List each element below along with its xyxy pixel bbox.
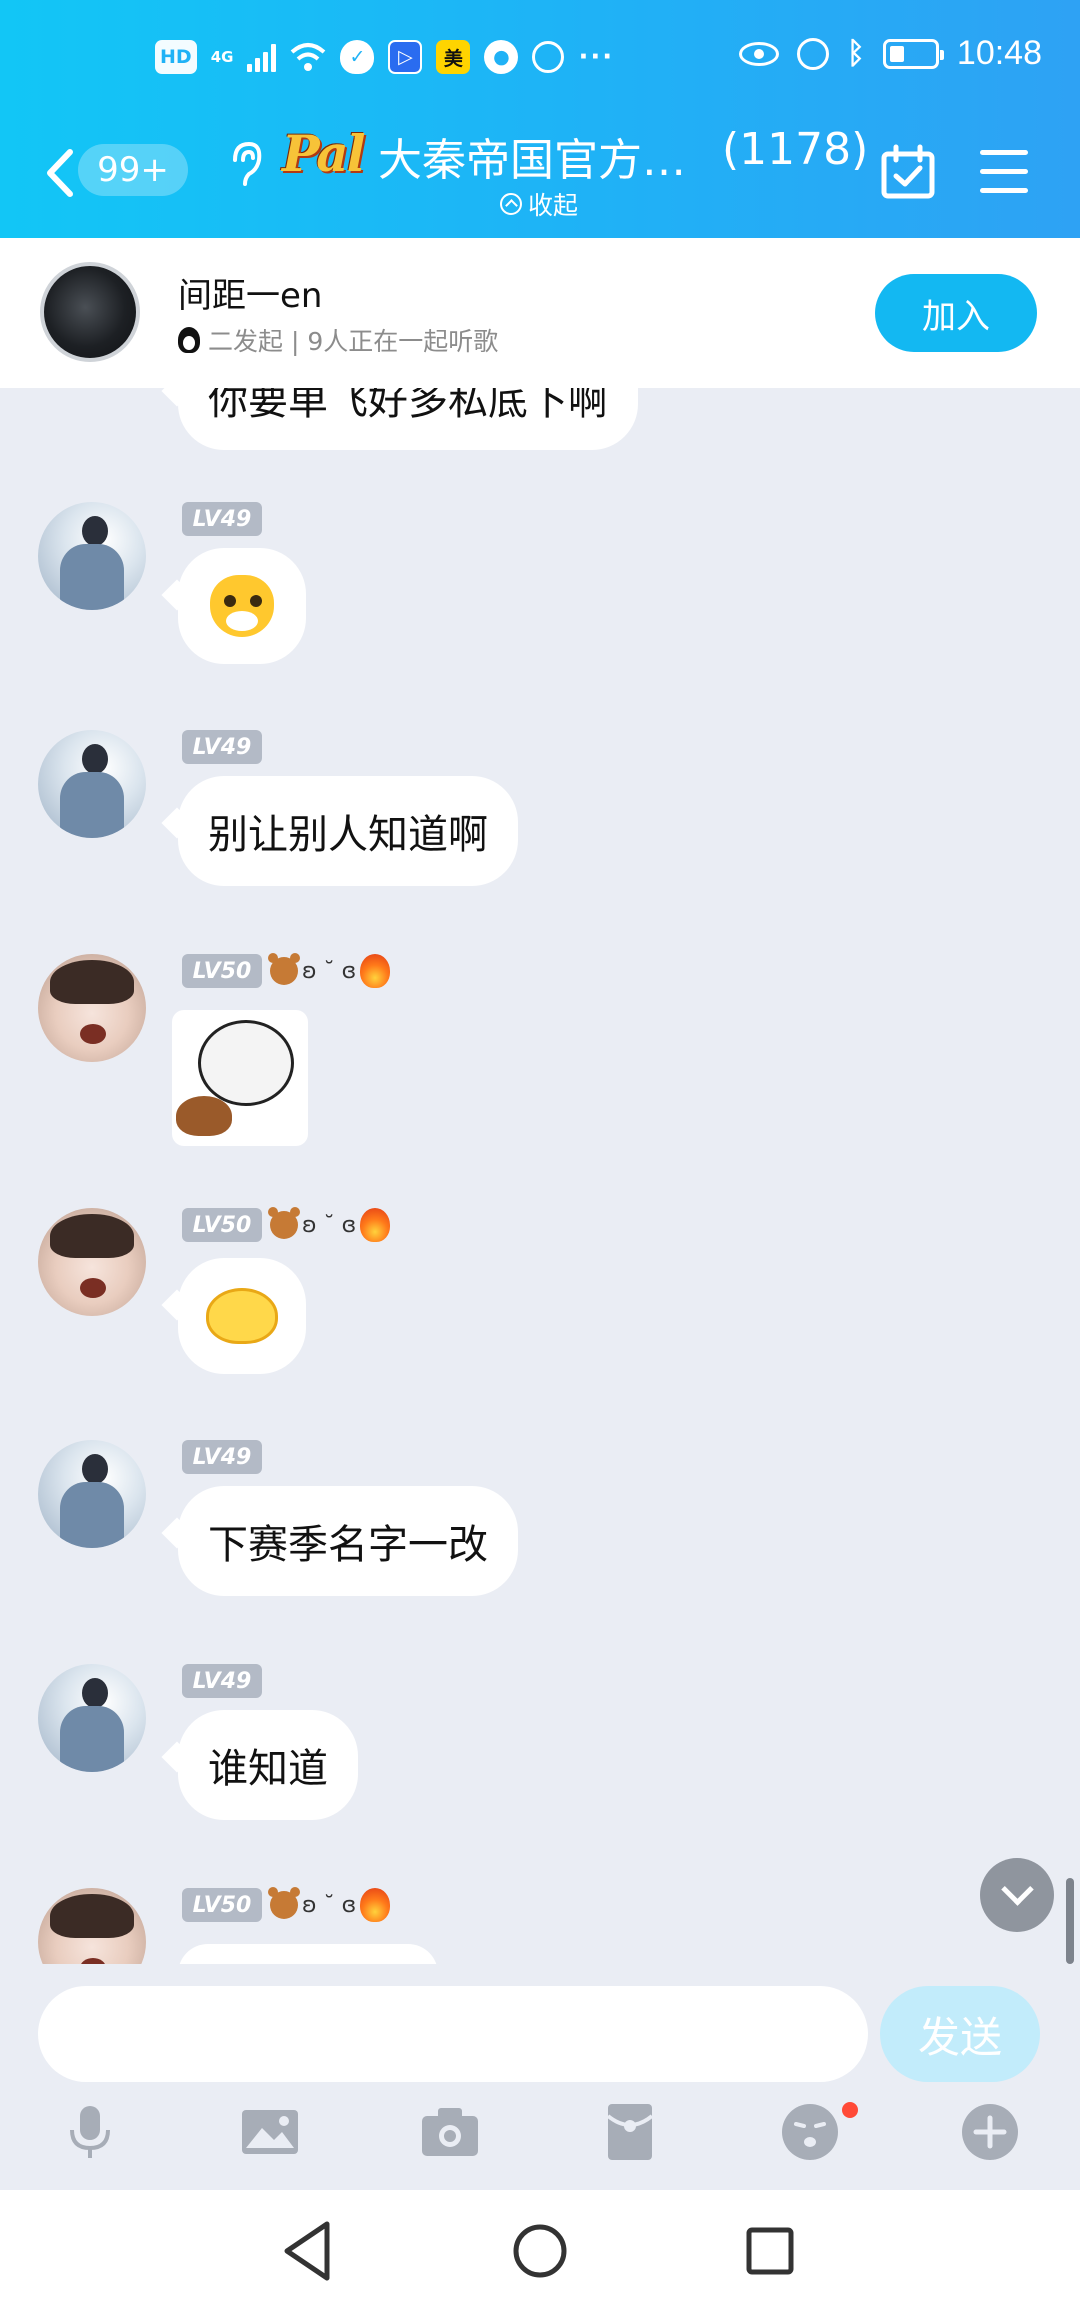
red-packet-icon[interactable]: [598, 2100, 662, 2164]
wifi-icon: [291, 43, 326, 71]
new-indicator-dot: [842, 2102, 858, 2118]
listen-together-bar[interactable]: 间距一en 二发起 | 9人正在一起听歌 加入: [0, 238, 1080, 388]
ear-icon[interactable]: [225, 140, 265, 190]
message-meta: LV49: [182, 502, 262, 536]
menu-icon[interactable]: [980, 150, 1028, 194]
message-meta: LV49: [182, 1440, 262, 1474]
bluetooth-icon: ᛒ: [846, 36, 865, 71]
user-avatar[interactable]: [38, 730, 146, 838]
decoration-text: ʚ ˘ ɞ: [302, 1892, 357, 1918]
message-bubble[interactable]: 你要单飞好多私底下啊: [178, 388, 638, 450]
camera-icon[interactable]: [418, 2100, 482, 2164]
network-type: 4G: [210, 48, 234, 66]
scrollbar[interactable]: [1066, 1878, 1074, 1964]
fire-icon: [360, 1208, 391, 1242]
sticker-bubble[interactable]: [178, 548, 306, 664]
calendar-check-icon[interactable]: [880, 144, 936, 200]
eye-comfort-icon: [738, 41, 779, 66]
bear-icon: [268, 1207, 300, 1239]
sticker-bubble[interactable]: [178, 1258, 306, 1374]
panda-guitar-sticker[interactable]: [172, 1010, 308, 1146]
meituan-icon: 美: [436, 40, 471, 74]
group-name[interactable]: 大秦帝国官方…: [378, 124, 686, 188]
music-title: 间距一en: [178, 276, 323, 316]
hd-icon: HD: [155, 40, 197, 74]
nav-recents-icon[interactable]: [735, 2216, 805, 2286]
input-toolbar: [0, 2086, 1080, 2190]
level-badge: LV50: [182, 954, 262, 988]
level-badge: LV50: [182, 1208, 262, 1242]
app-notification-icon: ▷: [388, 40, 423, 74]
user-avatar[interactable]: [38, 1888, 146, 1964]
music-subtitle: 二发起 | 9人正在一起听歌: [178, 322, 498, 358]
scroll-to-bottom-button[interactable]: [980, 1858, 1054, 1932]
message-meta: LV50 ʚ ˘ ɞ: [182, 953, 391, 988]
level-badge: LV50: [182, 1888, 262, 1922]
member-count[interactable]: (1178): [722, 124, 868, 175]
signal-icon: [247, 42, 277, 72]
bear-icon: [268, 1887, 300, 1919]
fire-icon: [360, 954, 391, 988]
microphone-icon[interactable]: [58, 2100, 122, 2164]
clock: 10:48: [956, 34, 1042, 72]
top-bar: HD 4G ✓ ▷ 美 ● ··· ᛒ 10:48 99+ Pal 大秦帝国官方…: [0, 0, 1080, 238]
level-badge: LV49: [182, 1664, 262, 1698]
bear-icon: [268, 953, 300, 985]
shield-icon: ✓: [340, 40, 375, 74]
battery-icon: [882, 38, 944, 69]
message-meta: LV50 ʚ ˘ ɞ: [182, 1887, 391, 1922]
nickname-decoration: ʚ ˘ ɞ: [268, 1887, 391, 1922]
user-avatar[interactable]: [38, 502, 146, 610]
level-badge: LV49: [182, 730, 262, 764]
more-notifications-icon: ···: [578, 42, 615, 72]
globe-icon: [532, 41, 565, 73]
nav-home-icon[interactable]: [505, 2216, 575, 2286]
message-bubble[interactable]: 下赛季名字一改: [178, 1486, 518, 1596]
nickname-decoration: ʚ ˘ ɞ: [268, 1207, 391, 1242]
user-avatar[interactable]: [38, 1208, 146, 1316]
back-arrow-icon[interactable]: [40, 148, 80, 198]
user-avatar[interactable]: [38, 954, 146, 1062]
chat-title-bar: 99+ Pal 大秦帝国官方… (1178) 收起: [0, 120, 1080, 238]
decoration-text: ʚ ˘ ɞ: [302, 1212, 357, 1238]
nav-back-icon[interactable]: [275, 2216, 345, 2286]
collapse-label: 收起: [528, 191, 579, 220]
user-avatar[interactable]: [38, 1440, 146, 1548]
cat-face-sticker: [210, 575, 274, 637]
message-meta: LV49: [182, 1664, 262, 1698]
chevron-up-icon: [500, 193, 522, 215]
system-navigation-bar: [0, 2190, 1080, 2310]
nickname-decoration: ʚ ˘ ɞ: [268, 953, 391, 988]
user-avatar[interactable]: [38, 1664, 146, 1772]
send-button[interactable]: 发送: [880, 1986, 1040, 2082]
picture-icon[interactable]: [238, 2100, 302, 2164]
message-bubble[interactable]: 别让别人知道啊: [178, 776, 518, 886]
qq-penguin-icon: [178, 327, 200, 353]
collapse-toggle[interactable]: 收起: [500, 186, 578, 222]
unread-count-badge[interactable]: 99+: [78, 144, 188, 196]
decoration-text: ʚ ˘ ɞ: [302, 958, 357, 984]
join-button[interactable]: 加入: [875, 274, 1037, 352]
emoji-icon[interactable]: [778, 2100, 842, 2164]
music-subtitle-text: 二发起 | 9人正在一起听歌: [208, 327, 499, 356]
message-bubble[interactable]: [178, 1944, 438, 1964]
message-input[interactable]: [38, 1986, 868, 2082]
group-logo: Pal: [282, 124, 366, 183]
level-badge: LV49: [182, 502, 262, 536]
message-bubble[interactable]: 谁知道: [178, 1710, 358, 1820]
music-cover-avatar: [40, 262, 140, 362]
alarm-icon: [796, 37, 829, 70]
plus-icon[interactable]: [958, 2100, 1022, 2164]
yellow-chick-sticker: [206, 1288, 278, 1344]
fire-icon: [360, 1888, 391, 1922]
message-meta: LV49: [182, 730, 262, 764]
chat-bubble-icon: ●: [484, 40, 519, 74]
chat-message-list[interactable]: 你要单飞好多私底下啊 LV49 LV49 别让别人知道啊 LV50 ʚ ˘ ɞ: [0, 388, 1080, 1964]
level-badge: LV49: [182, 1440, 262, 1474]
message-meta: LV50 ʚ ˘ ɞ: [182, 1207, 391, 1242]
status-bar: HD 4G ✓ ▷ 美 ● ··· ᛒ 10:48: [0, 0, 1080, 120]
